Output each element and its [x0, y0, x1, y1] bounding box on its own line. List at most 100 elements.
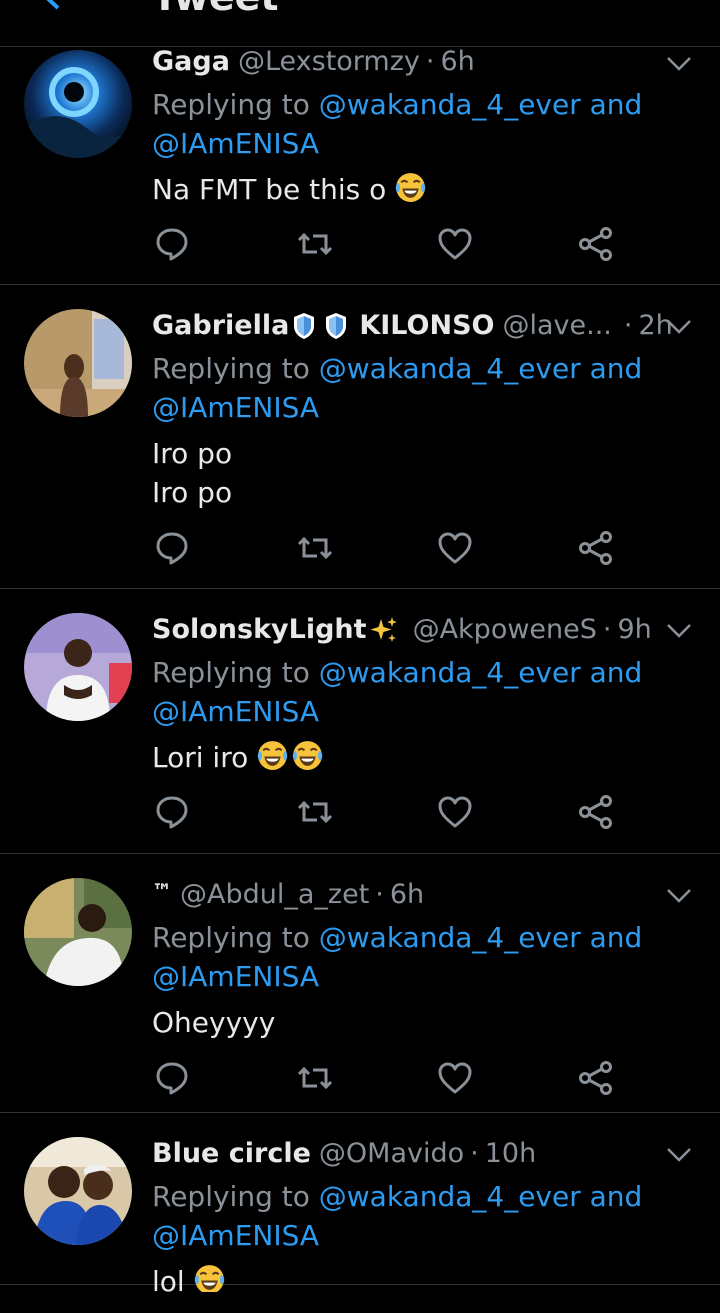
mention-link[interactable]: @IAmENISA [152, 960, 319, 993]
and-others-link[interactable]: and [590, 921, 643, 954]
retweet-icon[interactable] [295, 1058, 335, 1098]
user-handle[interactable]: @Lexstormzy [238, 45, 420, 79]
tweet-actions [152, 528, 622, 568]
tweet[interactable]: Gaga @Lexstormzy · 6h Replying to @wakan… [0, 45, 720, 285]
tweet-header: ™ @Abdul_a_zet · 6h [152, 878, 700, 912]
display-name[interactable]: Blue circle [152, 1137, 311, 1171]
display-name[interactable]: Gaga [152, 45, 230, 79]
user-handle[interactable]: @lave... [503, 309, 612, 343]
replying-to-label: Replying to [152, 88, 310, 121]
tweet-header: Gabriella KILONSO @lave... · 2h [152, 309, 700, 343]
tweet-actions [152, 1058, 622, 1098]
reply-icon[interactable] [152, 1058, 192, 1098]
replying-to: Replying to @wakanda_4_ever and @IAmENIS… [152, 918, 700, 996]
mention-link[interactable]: @wakanda_4_ever [319, 88, 581, 121]
display-name-text: SolonskyLight [152, 614, 367, 645]
separator-dot: · [425, 46, 435, 77]
replies-feed: Gaga @Lexstormzy · 6h Replying to @wakan… [0, 45, 720, 1292]
mention-link[interactable]: @wakanda_4_ever [319, 656, 581, 689]
tweet-content: Blue circle @OMavido · 10h Replying to @… [152, 1137, 700, 1292]
tears-of-joy-emoji [193, 1263, 226, 1292]
display-name-text: Gabriella [152, 310, 290, 341]
top-app-bar: Tweet [0, 0, 720, 47]
tweet-header: SolonskyLight @AkpoweneS · 9h [152, 613, 700, 647]
replying-to: Replying to @wakanda_4_ever and @IAmENIS… [152, 349, 700, 427]
timestamp: 6h [389, 879, 425, 910]
retweet-icon[interactable] [295, 224, 335, 264]
like-icon[interactable] [435, 528, 475, 568]
timestamp: 6h [440, 46, 475, 77]
replying-to-label: Replying to [152, 1180, 310, 1213]
display-name-suffix: KILONSO [359, 310, 495, 341]
tweet-body: Oheyyyy [152, 1006, 276, 1039]
display-name[interactable]: ™ [152, 878, 172, 904]
separator-dot: · [623, 310, 633, 341]
tears-of-joy-emoji [291, 739, 324, 772]
mention-link[interactable]: @IAmENISA [152, 391, 319, 424]
tweet-body: Iro po Iro po [152, 437, 233, 509]
tweet-content: Gabriella KILONSO @lave... · 2h Replying … [152, 309, 700, 512]
reply-icon[interactable] [152, 528, 192, 568]
tweet[interactable]: Gabriella KILONSO @lave... · 2h Replying … [0, 285, 720, 589]
avatar[interactable] [24, 1137, 132, 1245]
share-icon[interactable] [576, 792, 616, 832]
tweet-text: Lori iro [152, 738, 700, 777]
tweet[interactable]: SolonskyLight @AkpoweneS · 9h Replying t… [0, 589, 720, 854]
avatar[interactable] [24, 878, 132, 986]
like-icon[interactable] [435, 1058, 475, 1098]
retweet-icon[interactable] [295, 528, 335, 568]
timestamp: 10h [484, 1138, 537, 1169]
sparkles-icon [369, 615, 399, 645]
back-arrow-icon[interactable] [38, 0, 64, 10]
retweet-icon[interactable] [295, 792, 335, 832]
share-icon[interactable] [576, 1058, 616, 1098]
mention-link[interactable]: @wakanda_4_ever [319, 1180, 581, 1213]
tweet-header: Blue circle @OMavido · 10h [152, 1137, 700, 1171]
mention-link[interactable]: @IAmENISA [152, 1219, 319, 1252]
replying-to-label: Replying to [152, 656, 310, 689]
separator-dot: · [470, 1138, 479, 1169]
user-handle[interactable]: @AkpoweneS [413, 613, 597, 647]
mention-link[interactable]: @wakanda_4_ever [319, 921, 581, 954]
page-title: Tweet [152, 0, 279, 16]
reply-icon[interactable] [152, 224, 192, 264]
avatar[interactable] [24, 50, 132, 158]
user-handle[interactable]: @OMavido [319, 1137, 464, 1171]
share-icon[interactable] [576, 224, 616, 264]
avatar[interactable] [24, 613, 132, 721]
tweet[interactable]: Blue circle @OMavido · 10h Replying to @… [0, 1113, 720, 1292]
display-name[interactable]: SolonskyLight [152, 613, 399, 647]
replying-to: Replying to @wakanda_4_ever and @IAmENIS… [152, 653, 700, 731]
share-icon[interactable] [576, 528, 616, 568]
and-others-link[interactable]: and [590, 352, 643, 385]
and-others-link[interactable]: and [590, 88, 643, 121]
like-icon[interactable] [435, 792, 475, 832]
and-others-link[interactable]: and [590, 656, 643, 689]
display-name[interactable]: Gabriella KILONSO [152, 309, 495, 343]
shield-icon [323, 311, 349, 341]
like-icon[interactable] [435, 224, 475, 264]
tears-of-joy-emoji [256, 739, 289, 772]
reply-icon[interactable] [152, 792, 192, 832]
mention-link[interactable]: @IAmENISA [152, 695, 319, 728]
tears-of-joy-emoji [394, 171, 427, 204]
mention-link[interactable]: @IAmENISA [152, 127, 319, 160]
replying-to: Replying to @wakanda_4_ever and @IAmENIS… [152, 1177, 700, 1255]
replying-to-label: Replying to [152, 921, 310, 954]
tweet-body: Na FMT be this o [152, 173, 387, 206]
separator-dot: · [375, 879, 384, 910]
tweet-actions [152, 224, 622, 264]
tweet-content: ™ @Abdul_a_zet · 6h Replying to @wakanda… [152, 878, 700, 1042]
tweet-text: Iro po Iro po [152, 434, 700, 512]
avatar[interactable] [24, 309, 132, 417]
mention-link[interactable]: @wakanda_4_ever [319, 352, 581, 385]
tweet-body: lol [152, 1265, 185, 1292]
timestamp: 9h [617, 614, 652, 645]
and-others-link[interactable]: and [590, 1180, 643, 1213]
user-handle[interactable]: @Abdul_a_zet [180, 878, 369, 912]
timestamp: 2h [638, 310, 673, 341]
tweet-content: Gaga @Lexstormzy · 6h Replying to @wakan… [152, 45, 700, 209]
tweet[interactable]: ™ @Abdul_a_zet · 6h Replying to @wakanda… [0, 854, 720, 1113]
separator-dot: · [602, 614, 612, 645]
tweet-text: lol [152, 1262, 700, 1292]
